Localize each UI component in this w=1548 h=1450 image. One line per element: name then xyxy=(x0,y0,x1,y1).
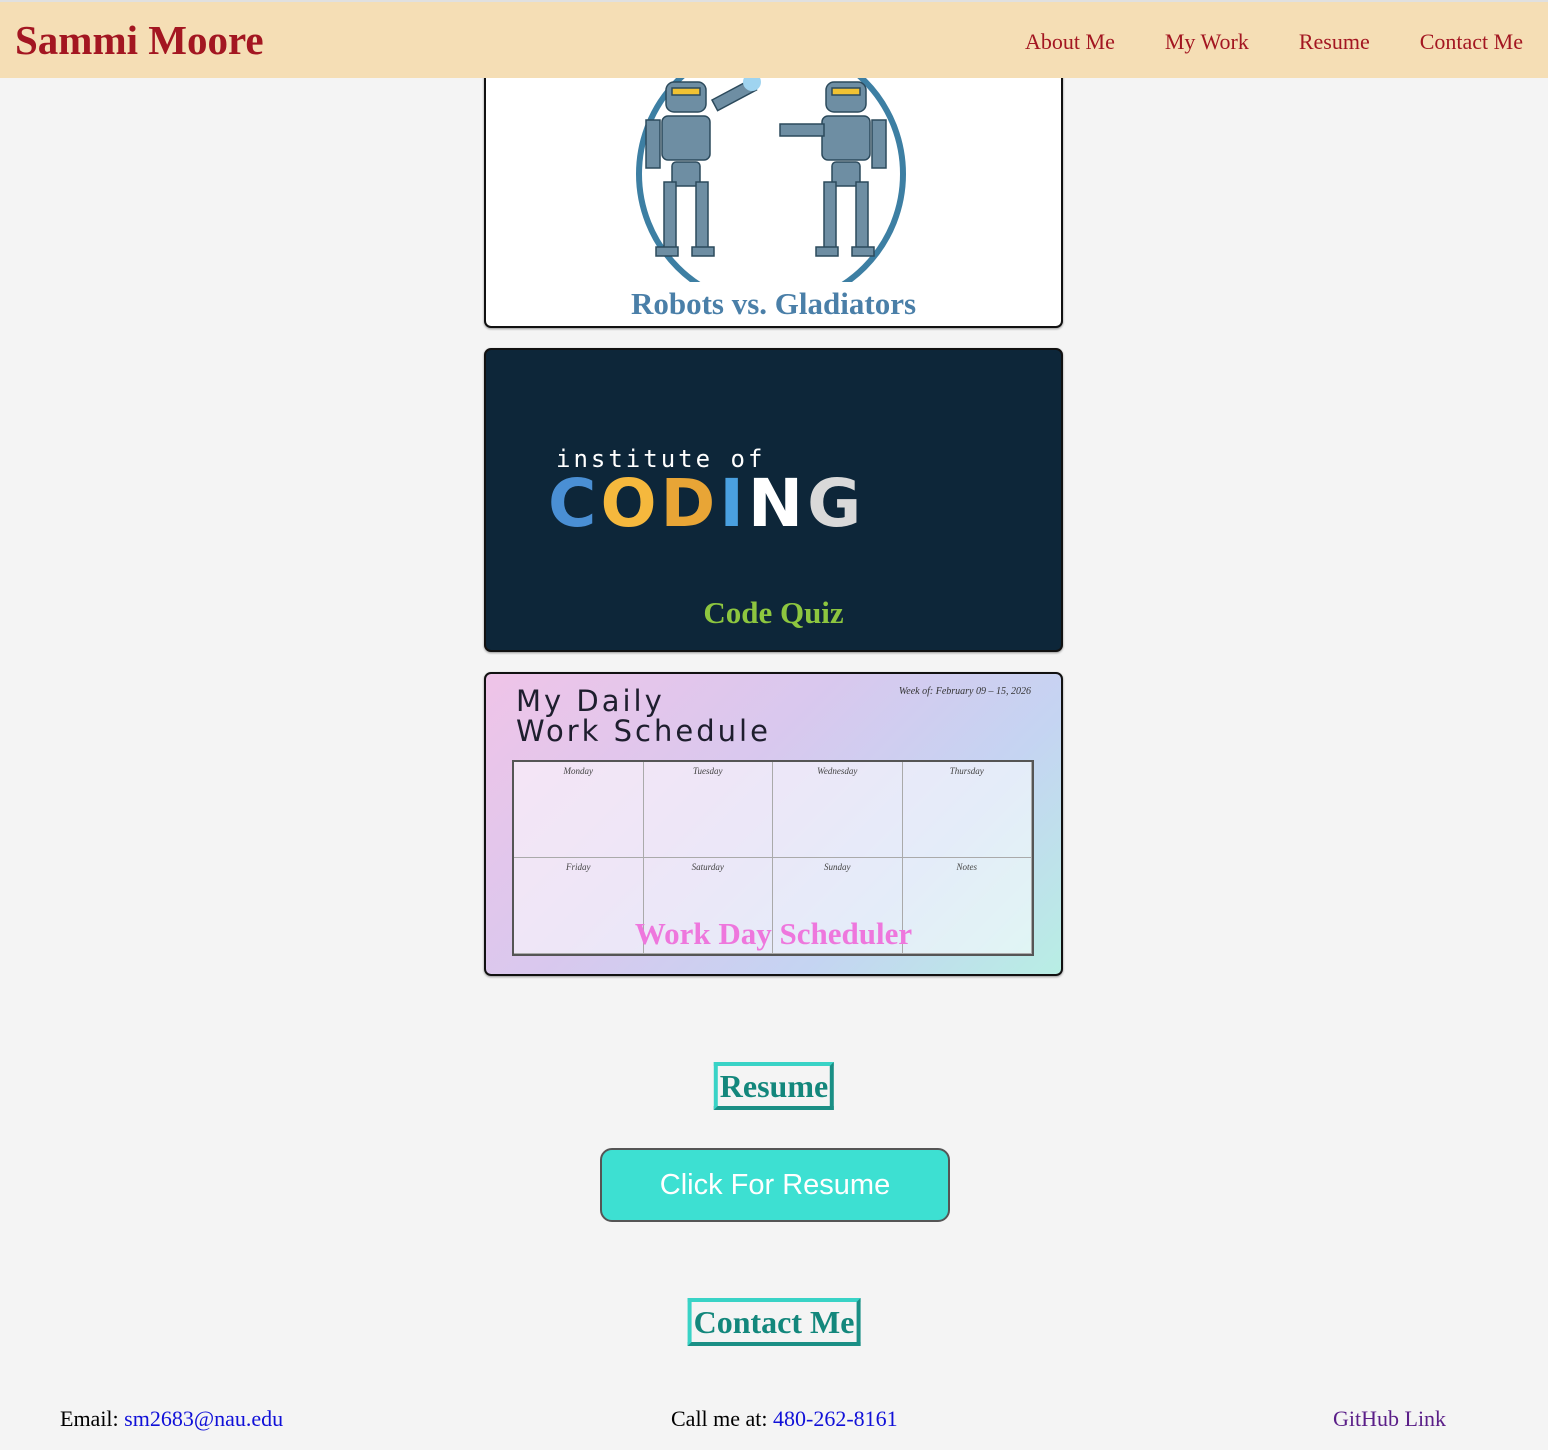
schedule-image-heading-2: Work Schedule xyxy=(516,714,771,748)
schedule-day: Thursday xyxy=(902,762,1032,858)
email-link[interactable]: sm2683@nau.edu xyxy=(124,1406,283,1431)
resume-heading: Resume xyxy=(713,1062,835,1110)
contact-heading: Contact Me xyxy=(687,1298,861,1346)
schedule-day: Wednesday xyxy=(773,762,903,858)
github-link[interactable]: GitHub Link xyxy=(1333,1405,1446,1433)
project-title-code-quiz: Code Quiz xyxy=(703,595,844,630)
phone-link[interactable]: 480-262-8161 xyxy=(773,1406,898,1431)
footer-phone: Call me at: 480-262-8161 xyxy=(671,1405,898,1433)
coding-logo-main-text: CODING xyxy=(548,465,865,542)
nav-resume[interactable]: Resume xyxy=(1299,28,1370,56)
project-card-work-day-scheduler[interactable]: My Daily Work Schedule Week of: February… xyxy=(484,672,1063,976)
email-label: Email: xyxy=(60,1406,125,1431)
project-card-robots[interactable]: Robots vs. Gladiators xyxy=(484,40,1063,328)
project-title-robots: Robots vs. Gladiators xyxy=(630,286,917,321)
schedule-image-week: Week of: February 09 – 15, 2026 xyxy=(898,686,1031,697)
project-title-work-day-scheduler: Work Day Scheduler xyxy=(634,916,913,951)
phone-label: Call me at: xyxy=(671,1406,774,1431)
click-for-resume-button[interactable]: Click For Resume xyxy=(600,1148,950,1222)
project-card-code-quiz[interactable]: institute of CODING Code Quiz xyxy=(484,348,1063,652)
footer-email: Email: sm2683@nau.edu xyxy=(60,1405,283,1433)
schedule-day: Tuesday xyxy=(643,762,773,858)
nav-my-work[interactable]: My Work xyxy=(1165,28,1249,56)
schedule-day: Monday xyxy=(514,762,644,858)
robots-image xyxy=(636,42,906,282)
brand-name[interactable]: Sammi Moore xyxy=(15,16,264,64)
coding-logo-image: institute of CODING xyxy=(548,445,865,542)
site-header: Sammi Moore About Me My Work Resume Cont… xyxy=(0,0,1548,78)
main-nav: About Me My Work Resume Contact Me xyxy=(1025,28,1523,56)
nav-contact-me[interactable]: Contact Me xyxy=(1420,28,1523,56)
schedule-image-heading-1: My Daily xyxy=(516,684,665,718)
nav-about-me[interactable]: About Me xyxy=(1025,28,1115,56)
